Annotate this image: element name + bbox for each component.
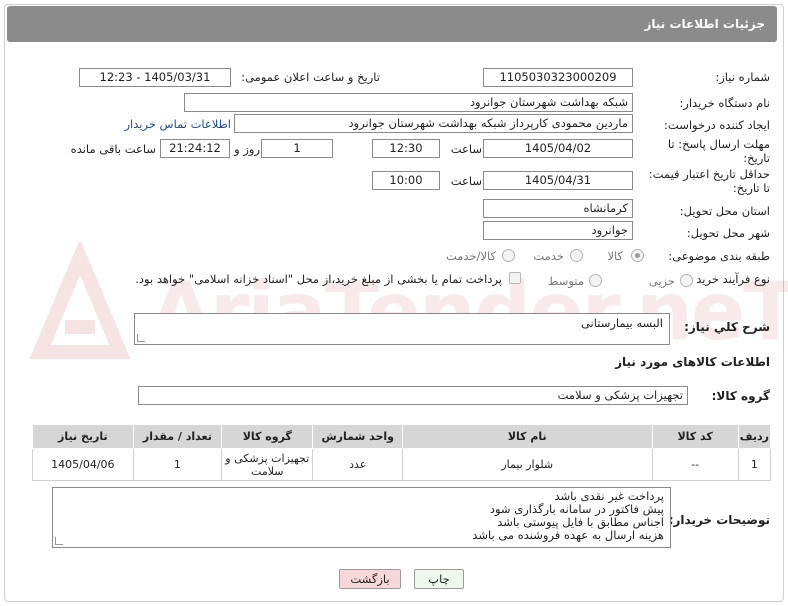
process-option-medium: متوسط (547, 274, 584, 288)
validity-label: حداقل تاریخ اعتبار قیمت: تا تاریخ: (648, 167, 770, 195)
process-option-minor: جزیی (648, 274, 675, 288)
treasury-payment-note: پرداخت تمام یا بخشی از مبلغ خرید،از محل … (135, 272, 502, 286)
process-radio-medium[interactable] (589, 274, 602, 287)
col-header-date: تاریخ نیاز (32, 424, 134, 449)
col-header-unit: واحد شمارش (312, 424, 403, 449)
province-field: کرمانشاه (483, 199, 633, 218)
need-number-label: شماره نیاز: (715, 70, 770, 84)
cell-date: 1405/04/06 (32, 448, 134, 481)
validity-date-field: 1405/04/31 (483, 171, 633, 190)
goods-table: ردیف کد کالا نام کالا واحد شمارش گروه کا… (32, 424, 772, 481)
description-text: البسه بیمارستانی (580, 316, 663, 330)
resize-grip-icon[interactable] (55, 537, 63, 545)
goods-section-title: اطلاعات کالاهای مورد نیاز (615, 355, 770, 369)
days-label: روز و (234, 142, 260, 156)
announce-field: 1405/03/31 - 12:23 (79, 68, 231, 87)
category-label: طبقه بندی موضوعی: (668, 249, 770, 263)
deadline-time-label: ساعت (450, 142, 482, 156)
category-option-goods: کالا (607, 249, 623, 263)
creator-label: ایجاد کننده درخواست: (664, 118, 770, 132)
category-radio-service[interactable] (570, 249, 583, 262)
buyer-notes-textarea[interactable]: پرداخت غیر نقدی باشد پیش فاکتور در سامان… (52, 487, 671, 548)
treasury-payment-checkbox[interactable] (509, 272, 521, 284)
back-button[interactable]: بازگشت (339, 569, 401, 589)
table-header-row: ردیف کد کالا نام کالا واحد شمارش گروه کا… (32, 424, 772, 449)
description-label: شرح کلي نياز: (684, 320, 770, 334)
buyer-notes-line: هزینه ارسال به عهده فروشنده می باشد (472, 528, 664, 542)
cell-unit: عدد (312, 448, 403, 481)
description-textarea[interactable]: البسه بیمارستانی (134, 313, 670, 345)
deadline-date-field: 1405/04/02 (483, 139, 633, 158)
deadline-label: مهلت ارسال پاسخ: تا تاریخ: (667, 137, 770, 165)
col-header-qty: تعداد / مقدار (132, 424, 223, 449)
col-header-row-no: ردیف (737, 424, 772, 449)
page-header: جزئیات اطلاعات نیاز (7, 6, 777, 42)
contact-info-link[interactable]: اطلاعات تماس خریدار (124, 117, 231, 131)
city-label: شهر محل تحویل: (686, 226, 770, 240)
category-radio-goods[interactable] (631, 249, 644, 262)
category-radio-goods-service[interactable] (502, 249, 515, 262)
cell-row-no: 1 (737, 448, 772, 481)
city-field: جوانرود (483, 221, 633, 240)
col-header-code: کد کالا (651, 424, 739, 449)
category-option-goods-service: کالا/خدمت (445, 249, 496, 263)
category-option-service: خدمت (533, 249, 564, 263)
process-label: نوع فرآیند خرید : (688, 272, 770, 286)
cell-name: شلوار بیمار (401, 448, 653, 481)
remaining-label: ساعت باقی مانده (70, 142, 156, 156)
remaining-time-field: 21:24:12 (160, 139, 230, 158)
cell-group: تجهیزات پزشکی و سلامت (221, 448, 314, 481)
need-number-field: 1105030323000209 (483, 68, 633, 87)
days-field: 1 (261, 139, 333, 158)
buyer-org-field: شبکه بهداشت شهرستان جوانرود (184, 93, 633, 112)
resize-grip-icon[interactable] (137, 334, 145, 342)
goods-group-field: تجهیزات پزشکی و سلامت (138, 386, 688, 405)
creator-field: ماردین محمودی کارپرداز شبکه بهداشت شهرست… (234, 114, 633, 133)
table-row: 1 -- شلوار بیمار عدد تجهیزات پزشکی و سلا… (32, 448, 772, 481)
announce-label: تاریخ و ساعت اعلان عمومی: (241, 70, 380, 84)
cell-code: -- (651, 448, 739, 481)
validity-time-label: ساعت (450, 174, 482, 188)
validity-time-field: 10:00 (372, 171, 440, 190)
buyer-notes-label: توضیحات خریدار: (668, 513, 770, 527)
print-button[interactable]: چاپ (414, 569, 464, 589)
col-header-group: گروه کالا (221, 424, 314, 449)
goods-group-label: گروه کالا: (711, 389, 770, 403)
cell-qty: 1 (132, 448, 223, 481)
deadline-time-field: 12:30 (372, 139, 440, 158)
process-radio-minor[interactable] (680, 274, 693, 287)
col-header-name: نام کالا (401, 424, 653, 449)
buyer-org-label: نام دستگاه خریدار: (679, 96, 770, 110)
province-label: استان محل تحویل: (679, 204, 770, 218)
